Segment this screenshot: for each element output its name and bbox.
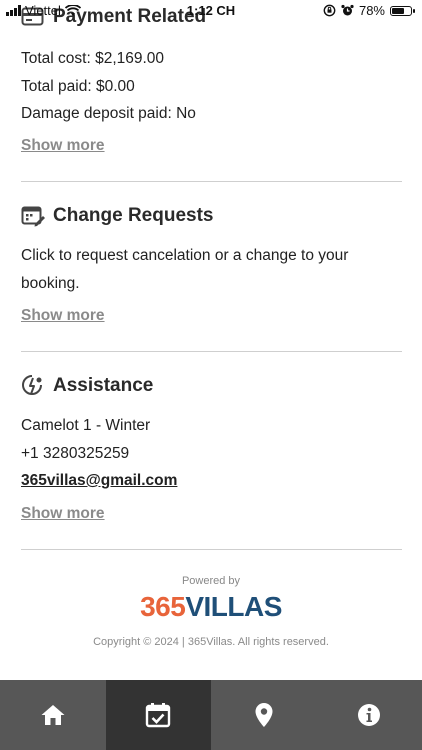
assistance-title: Assistance xyxy=(21,374,153,398)
logo-text: VILLAS xyxy=(185,591,282,622)
battery-icon xyxy=(390,5,415,16)
email-link[interactable]: 365villas@gmail.com xyxy=(21,467,177,495)
logo-number: 365 xyxy=(140,591,186,622)
total-cost: Total cost: $2,169.00 xyxy=(21,50,165,67)
payment-section: Payment Related Total cost: $2,169.00 To… xyxy=(21,0,402,182)
assistance-body: Camelot 1 - Winter +1 3280325259 365vill… xyxy=(21,412,177,495)
change-requests-show-more-link[interactable]: Show more xyxy=(21,307,105,325)
payment-show-more-link[interactable]: Show more xyxy=(21,137,105,155)
tab-home[interactable] xyxy=(0,680,106,750)
property-name: Camelot 1 - Winter xyxy=(21,417,151,434)
calendar-edit-icon xyxy=(21,206,45,227)
tab-booking[interactable] xyxy=(105,680,211,750)
alarm-icon xyxy=(341,4,354,16)
map-pin-icon xyxy=(255,703,273,727)
change-requests-title: Change Requests xyxy=(21,205,213,227)
info-icon xyxy=(358,704,381,726)
powered-by-label: Powered by xyxy=(181,575,241,587)
assistance-title-text: Assistance xyxy=(53,375,154,396)
status-bar: Viettel 1:12 CH 78% xyxy=(0,0,422,22)
orientation-lock-icon xyxy=(323,4,336,17)
battery-percent: 78% xyxy=(358,3,385,18)
phone-number[interactable]: +1 3280325259 xyxy=(21,440,177,468)
change-requests-title-text: Change Requests xyxy=(53,205,214,226)
support-agent-icon xyxy=(22,375,42,395)
brand-logo: 365VILLAS xyxy=(0,590,422,624)
tab-info[interactable] xyxy=(317,680,422,750)
battery-fill xyxy=(392,7,404,14)
tab-location[interactable] xyxy=(211,680,317,750)
assistance-show-more-link[interactable]: Show more xyxy=(21,505,105,523)
footer: Powered by 365VILLAS Copyright © 2024 | … xyxy=(0,575,422,648)
change-requests-section: Change Requests Click to request cancela… xyxy=(21,181,402,352)
status-right: 78% xyxy=(323,3,415,18)
damage-deposit: Damage deposit paid: No xyxy=(21,105,196,122)
bottom-tab-bar xyxy=(0,680,422,750)
change-requests-text: Click to request cancelation or a change… xyxy=(21,247,349,292)
payment-body: Total cost: $2,169.00 Total paid: $0.00 … xyxy=(21,45,196,128)
total-paid: Total paid: $0.00 xyxy=(21,77,135,95)
change-requests-body: Click to request cancelation or a change… xyxy=(21,242,402,297)
home-icon xyxy=(41,705,65,725)
assistance-section: Assistance Camelot 1 - Winter +1 3280325… xyxy=(21,351,402,550)
copyright-text: Copyright © 2024 | 365Villas. All rights… xyxy=(93,636,329,648)
calendar-check-icon xyxy=(146,703,171,728)
